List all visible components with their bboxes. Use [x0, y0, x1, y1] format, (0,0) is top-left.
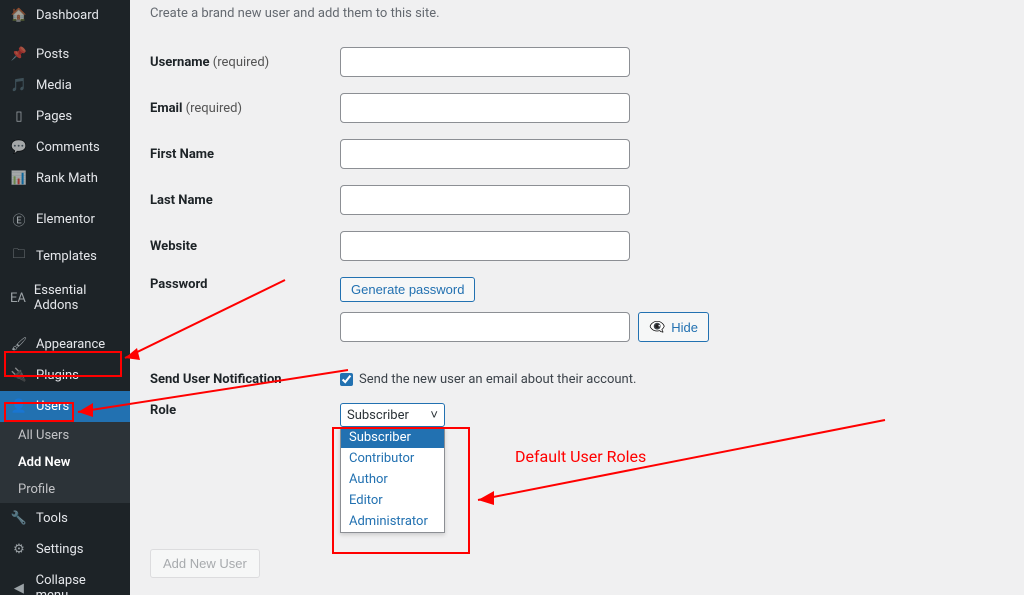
sidebar-item-elementor[interactable]: ⒺElementor: [0, 202, 130, 237]
role-label: Role: [150, 403, 340, 418]
username-input[interactable]: [340, 47, 630, 77]
main-content: Create a brand new user and add them to …: [130, 0, 1024, 595]
password-input[interactable]: [340, 312, 630, 342]
submenu-add-new[interactable]: Add New: [0, 449, 130, 476]
chart-icon: 📊: [10, 171, 28, 186]
password-label: Password: [150, 277, 340, 292]
role-option-author[interactable]: Author: [341, 469, 444, 490]
sidebar-item-rankmath[interactable]: 📊Rank Math: [0, 163, 130, 194]
role-option-subscriber[interactable]: Subscriber: [341, 427, 444, 448]
lastname-label: Last Name: [150, 193, 340, 208]
page-description: Create a brand new user and add them to …: [150, 6, 1004, 31]
sidebar-item-posts[interactable]: 📌Posts: [0, 39, 130, 70]
annotation-label: Default User Roles: [515, 447, 646, 466]
lastname-input[interactable]: [340, 185, 630, 215]
admin-sidebar: 🏠Dashboard 📌Posts 🎵Media ▯Pages 💬Comment…: [0, 0, 130, 595]
sidebar-item-comments[interactable]: 💬Comments: [0, 132, 130, 163]
hide-password-button[interactable]: 👁‍🗨Hide: [638, 312, 709, 342]
notification-label: Send User Notification: [150, 372, 340, 387]
plug-icon: 🔌: [10, 368, 28, 383]
dashboard-icon: 🏠: [10, 8, 28, 23]
sidebar-item-tools[interactable]: 🔧Tools: [0, 503, 130, 534]
sidebar-item-users[interactable]: 👤Users: [0, 391, 130, 422]
role-select[interactable]: Subscriber ˅: [340, 403, 445, 427]
pages-icon: ▯: [10, 109, 28, 124]
add-new-user-button[interactable]: Add New User: [150, 549, 260, 578]
sidebar-item-dashboard[interactable]: 🏠Dashboard: [0, 0, 130, 31]
sidebar-item-plugins[interactable]: 🔌Plugins: [0, 360, 130, 391]
wrench-icon: 🔧: [10, 511, 28, 526]
collapse-icon: ◀: [10, 581, 28, 595]
notification-text: Send the new user an email about their a…: [359, 372, 636, 387]
role-option-administrator[interactable]: Administrator: [341, 511, 444, 532]
send-notification-checkbox[interactable]: [340, 373, 353, 386]
sidebar-item-media[interactable]: 🎵Media: [0, 70, 130, 101]
role-dropdown: Subscriber Contributor Author Editor Adm…: [340, 427, 445, 533]
website-input[interactable]: [340, 231, 630, 261]
firstname-input[interactable]: [340, 139, 630, 169]
comment-icon: 💬: [10, 140, 28, 155]
website-label: Website: [150, 239, 340, 254]
user-icon: 👤: [10, 399, 28, 414]
generate-password-button[interactable]: Generate password: [340, 277, 475, 302]
sliders-icon: ⚙: [10, 542, 28, 557]
email-label: Email (required): [150, 101, 340, 116]
sidebar-item-pages[interactable]: ▯Pages: [0, 101, 130, 132]
chevron-down-icon: ˅: [430, 407, 438, 423]
eye-slash-icon: 👁‍🗨: [649, 319, 665, 335]
sidebar-item-settings[interactable]: ⚙Settings: [0, 534, 130, 565]
brush-icon: 🖌: [10, 337, 28, 352]
elementor-icon: Ⓔ: [10, 210, 28, 229]
username-label: Username (required): [150, 55, 340, 70]
pin-icon: 📌: [10, 47, 28, 62]
role-option-editor[interactable]: Editor: [341, 490, 444, 511]
sidebar-item-templates[interactable]: 🗀Templates: [0, 237, 130, 275]
users-submenu: All Users Add New Profile: [0, 422, 130, 503]
ea-icon: EA: [10, 291, 26, 306]
templates-icon: 🗀: [10, 245, 28, 267]
submenu-all-users[interactable]: All Users: [0, 422, 130, 449]
sidebar-item-appearance[interactable]: 🖌Appearance: [0, 329, 130, 360]
submenu-profile[interactable]: Profile: [0, 476, 130, 503]
sidebar-item-collapse[interactable]: ◀Collapse menu: [0, 565, 130, 595]
firstname-label: First Name: [150, 147, 340, 162]
email-input[interactable]: [340, 93, 630, 123]
media-icon: 🎵: [10, 78, 28, 93]
role-option-contributor[interactable]: Contributor: [341, 448, 444, 469]
sidebar-item-essentialaddons[interactable]: EAEssential Addons: [0, 275, 130, 321]
